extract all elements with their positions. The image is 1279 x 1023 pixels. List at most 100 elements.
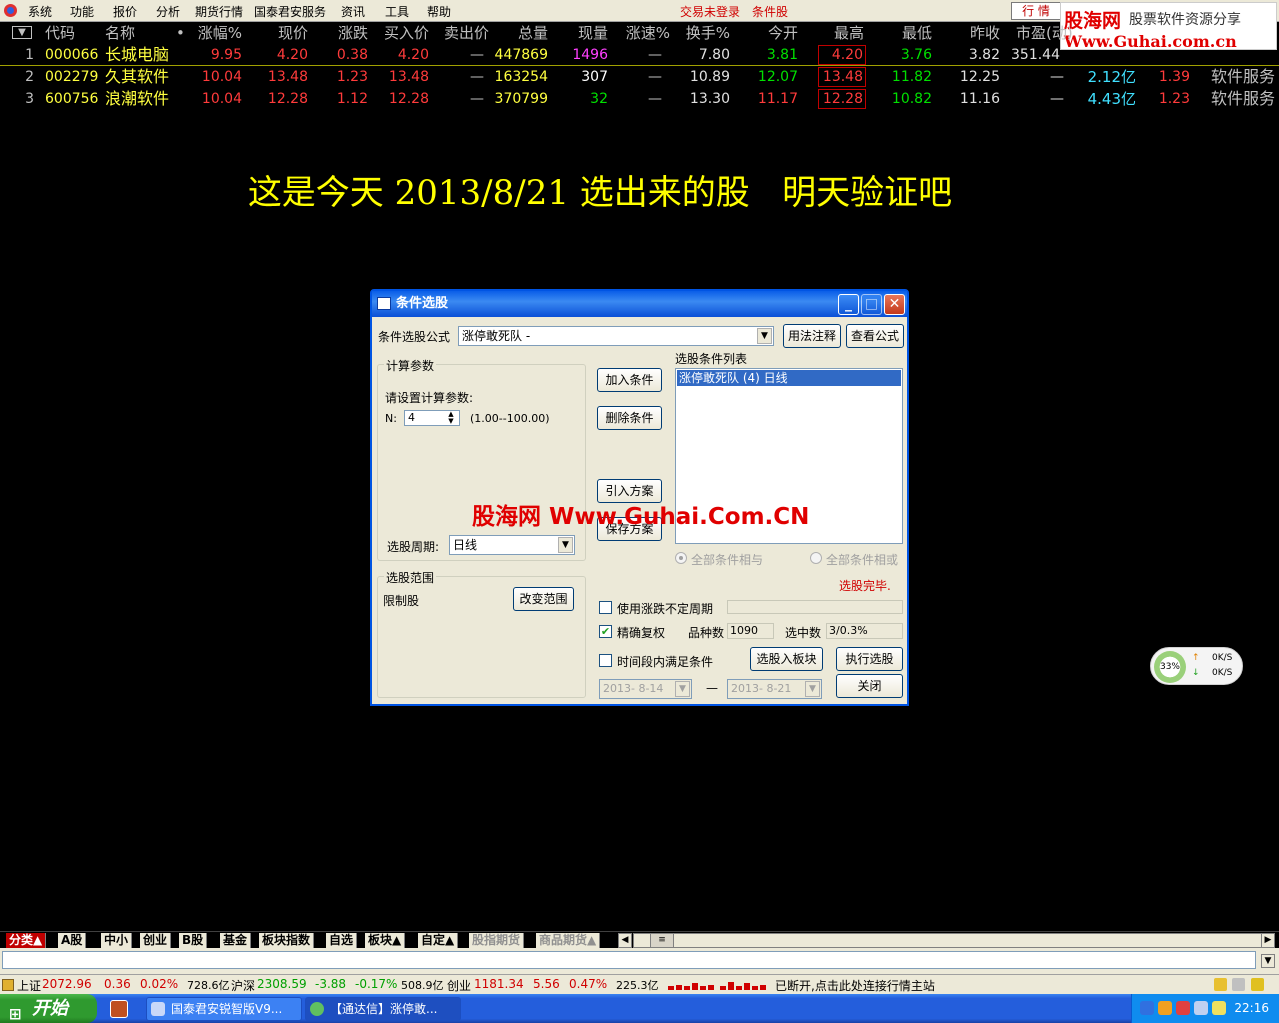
col-change[interactable]: 涨跌 bbox=[310, 22, 368, 44]
chevron-down-icon[interactable]: ▼ bbox=[558, 537, 573, 553]
minimize-icon[interactable]: _ bbox=[838, 294, 859, 315]
quick-launch-icon[interactable] bbox=[110, 1000, 128, 1018]
current-volume: 307 bbox=[581, 69, 608, 85]
col-turnover[interactable]: 换手% bbox=[672, 22, 730, 44]
col-price[interactable]: 现价 bbox=[250, 22, 308, 44]
col-speed[interactable]: 涨速% bbox=[610, 22, 670, 44]
filter-stock-status[interactable]: 条件股 bbox=[752, 3, 788, 20]
col-pct[interactable]: 涨幅% bbox=[180, 22, 242, 44]
menu-info[interactable]: 资讯 bbox=[341, 3, 365, 20]
horizontal-scrollbar[interactable] bbox=[633, 933, 1273, 948]
col-code[interactable]: 代码 bbox=[45, 22, 75, 44]
menu-function[interactable]: 功能 bbox=[70, 3, 94, 20]
col-prev-close[interactable]: 昨收 bbox=[942, 22, 1000, 44]
params-prompt: 请设置计算参数: bbox=[385, 391, 474, 405]
menu-futures[interactable]: 期货行情 bbox=[195, 3, 243, 20]
tray-network-icon[interactable] bbox=[1194, 1001, 1208, 1015]
change: 0.38 bbox=[336, 47, 368, 63]
delete-condition-button[interactable]: 删除条件 bbox=[597, 406, 662, 430]
col-ask[interactable]: 卖出价 bbox=[432, 22, 489, 44]
quote-tab[interactable]: 行 情 bbox=[1011, 2, 1061, 20]
tab-b-shares[interactable]: B股 bbox=[179, 933, 208, 948]
add-to-block-button[interactable]: 选股入板块 bbox=[750, 647, 823, 671]
tab-commodity-futures[interactable]: 商品期货▲ bbox=[536, 933, 601, 948]
start-button[interactable]: ⊞ 开始 bbox=[0, 994, 97, 1023]
cy-amount: 225.3亿 bbox=[616, 979, 659, 992]
view-formula-button[interactable]: 查看公式 bbox=[846, 324, 904, 348]
trade-login-status[interactable]: 交易未登录 bbox=[680, 3, 740, 20]
usage-notes-button[interactable]: 用法注释 bbox=[783, 324, 841, 348]
table-row[interactable]: 2 002279 久其软件 10.04 13.48 1.23 13.48 — 1… bbox=[0, 66, 1279, 88]
formula-select[interactable]: 涨停敢死队 - ▼ bbox=[458, 326, 774, 346]
list-item[interactable]: 涨停敢死队 (4) 日线 bbox=[677, 370, 901, 386]
tray-security-icon[interactable] bbox=[1176, 1001, 1190, 1015]
taskbar-app-gtja[interactable]: 国泰君安锐智版V9... bbox=[146, 997, 302, 1021]
tab-index-futures[interactable]: 股指期货 bbox=[469, 933, 525, 948]
dialog-titlebar[interactable]: 条件选股 _ □ ✕ bbox=[372, 291, 907, 317]
col-volume[interactable]: 总量 bbox=[490, 22, 548, 44]
menu-system[interactable]: 系统 bbox=[28, 3, 52, 20]
scroll-thumb[interactable]: ≡ bbox=[650, 933, 674, 948]
close-button[interactable]: 关闭 bbox=[836, 674, 903, 698]
tab-funds[interactable]: 基金 bbox=[220, 933, 252, 948]
col-name[interactable]: 名称 bbox=[105, 22, 135, 44]
tab-sector-index[interactable]: 板块指数 bbox=[259, 933, 315, 948]
table-row[interactable]: 3 600756 浪潮软件 10.04 12.28 1.12 12.28 — 3… bbox=[0, 88, 1279, 110]
volume: 370799 bbox=[494, 91, 548, 107]
low: 3.76 bbox=[900, 47, 932, 63]
period-select[interactable]: 日线 ▼ bbox=[449, 535, 575, 555]
task-label: 国泰君安锐智版V9... bbox=[171, 1002, 283, 1016]
price: 12.28 bbox=[267, 91, 308, 107]
speed: — bbox=[648, 69, 662, 85]
tray-volume-icon[interactable] bbox=[1212, 1001, 1226, 1015]
speed: — bbox=[648, 47, 662, 63]
tab-sme[interactable]: 中小 bbox=[101, 933, 133, 948]
col-open[interactable]: 今开 bbox=[740, 22, 798, 44]
tab-category[interactable]: 分类▲ bbox=[6, 933, 47, 948]
menu-quote[interactable]: 报价 bbox=[113, 3, 137, 20]
connection-message[interactable]: 已断开,点击此处连接行情主站 bbox=[775, 977, 935, 994]
menu-tools[interactable]: 工具 bbox=[385, 3, 409, 20]
table-row[interactable]: 1 000066 长城电脑 9.95 4.20 0.38 4.20 — 4478… bbox=[0, 44, 1279, 66]
exact-rights-checkbox[interactable]: ✔ bbox=[599, 625, 612, 638]
tab-a-shares[interactable]: A股 bbox=[58, 933, 87, 948]
signal-icon[interactable] bbox=[1232, 978, 1245, 991]
execute-filter-button[interactable]: 执行选股 bbox=[836, 647, 903, 671]
add-condition-button[interactable]: 加入条件 bbox=[597, 368, 662, 392]
tray-qq-icon[interactable] bbox=[1158, 1001, 1172, 1015]
index-status-bar[interactable]: 上证 2072.96 0.36 0.02% 728.6亿 沪深 2308.59 … bbox=[0, 974, 1279, 994]
lock-icon[interactable] bbox=[1214, 978, 1227, 991]
clock[interactable]: 22:16 bbox=[1234, 1001, 1269, 1015]
tab-watchlist[interactable]: 自选 bbox=[326, 933, 358, 948]
scroll-left-icon[interactable]: ◀ bbox=[618, 933, 632, 948]
menu-help[interactable]: 帮助 bbox=[427, 3, 451, 20]
tray-arrow-icon[interactable] bbox=[1140, 1001, 1154, 1015]
warning-icon[interactable] bbox=[1251, 978, 1264, 991]
scroll-right-icon[interactable]: ▶ bbox=[1261, 933, 1275, 948]
uncertain-period-checkbox[interactable] bbox=[599, 601, 612, 614]
change-scope-button[interactable]: 改变范围 bbox=[513, 587, 574, 611]
chevron-down-icon[interactable]: ▼ bbox=[757, 328, 772, 344]
taskbar-app-tdx[interactable]: 【通达信】涨停敢... bbox=[305, 997, 461, 1021]
menu-analysis[interactable]: 分析 bbox=[156, 3, 180, 20]
sz-pct: -0.17% bbox=[355, 977, 398, 991]
tab-custom[interactable]: 自定▲ bbox=[418, 933, 459, 948]
menu-gtja-service[interactable]: 国泰君安服务 bbox=[254, 3, 326, 20]
scroll-down-icon[interactable]: ▼ bbox=[1261, 954, 1275, 968]
bell-icon[interactable] bbox=[2, 979, 14, 991]
time-range-checkbox[interactable] bbox=[599, 654, 612, 667]
sz-value: 2308.59 bbox=[257, 977, 307, 991]
param-n-input[interactable]: 4 ▲ ▼ bbox=[404, 410, 460, 426]
col-bid[interactable]: 买入价 bbox=[372, 22, 429, 44]
col-pe[interactable]: 市盈(动) bbox=[1016, 22, 1073, 44]
close-icon[interactable]: ✕ bbox=[884, 294, 905, 315]
command-input[interactable] bbox=[2, 951, 1256, 969]
col-low[interactable]: 最低 bbox=[874, 22, 932, 44]
network-speed-widget[interactable]: 33% ↑ 0K/S ↓ 0K/S bbox=[1150, 647, 1243, 685]
spinner-arrows-icon[interactable]: ▲ ▼ bbox=[444, 411, 458, 425]
tab-chinext[interactable]: 创业 bbox=[140, 933, 172, 948]
col-high[interactable]: 最高 bbox=[806, 22, 864, 44]
col-current-vol[interactable]: 现量 bbox=[550, 22, 608, 44]
sort-toggle[interactable]: ▼ bbox=[12, 26, 32, 39]
tab-sectors[interactable]: 板块▲ bbox=[365, 933, 406, 948]
